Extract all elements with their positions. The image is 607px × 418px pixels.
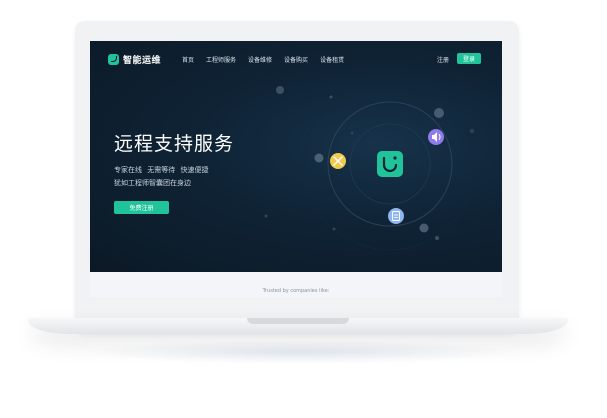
- dot: [350, 131, 354, 135]
- free-register-button[interactable]: 免费注册: [114, 201, 169, 214]
- tools-icon: [330, 153, 346, 169]
- dot: [314, 153, 324, 163]
- nav-item-home[interactable]: 首页: [182, 55, 194, 64]
- nav-item-engineer-service[interactable]: 工程师服务: [206, 55, 236, 64]
- laptop-notch: [247, 318, 349, 324]
- hero-subtitle-secondary: 犹如工程师智囊团在身边: [114, 179, 191, 187]
- hero-section: 智能运维 首页 工程师服务 设备维修 设备购买 设备租赁 注册 登录 远程支持服…: [90, 41, 502, 272]
- dot: [264, 214, 268, 218]
- speaker-icon: [428, 129, 444, 145]
- dot: [470, 129, 474, 133]
- hero-subtitle: 专家在线 无需等待 快速便捷: [114, 166, 209, 174]
- laptop-screen: 智能运维 首页 工程师服务 设备维修 设备购买 设备租赁 注册 登录 远程支持服…: [90, 41, 502, 297]
- logo-text: 智能运维: [123, 56, 162, 66]
- site-logo[interactable]: 智能运维: [108, 53, 161, 66]
- orbit-illustration: [264, 77, 477, 251]
- dot: [332, 227, 336, 231]
- app-logo-icon: [108, 54, 119, 65]
- laptop-shadow: [80, 340, 520, 364]
- laptop-mockup: 智能运维 首页 工程师服务 设备维修 设备购买 设备租赁 注册 登录 远程支持服…: [0, 0, 607, 418]
- dot: [434, 108, 444, 118]
- main-nav: 首页 工程师服务 设备维修 设备购买 设备租赁: [182, 55, 356, 64]
- register-link[interactable]: 注册: [437, 55, 449, 64]
- dot: [435, 236, 439, 240]
- login-button[interactable]: 登录: [457, 53, 481, 64]
- dot: [419, 223, 429, 233]
- nav-item-device-rental[interactable]: 设备租赁: [320, 55, 344, 64]
- dot: [329, 95, 333, 99]
- dot: [276, 86, 284, 94]
- hero-title: 远程支持服务: [114, 133, 235, 155]
- trusted-by-text: Trusted by companies like:: [262, 288, 330, 294]
- nav-item-device-repair[interactable]: 设备维修: [248, 55, 272, 64]
- document-icon: [388, 208, 404, 224]
- nav-item-device-purchase[interactable]: 设备购买: [284, 55, 308, 64]
- center-app-icon: [377, 151, 403, 177]
